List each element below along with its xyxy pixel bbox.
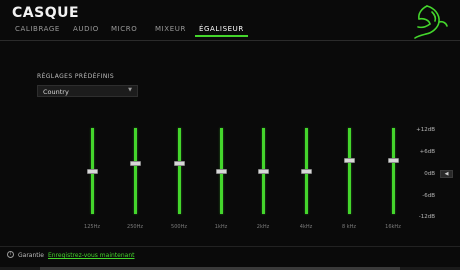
eq-frequency-label: 2kHz (256, 224, 270, 230)
db-label-min: -12dB (418, 214, 435, 220)
db-label-zero: 0dB (424, 171, 435, 177)
eq-slider-thumb[interactable] (86, 168, 98, 174)
db-label-max: +12dB (416, 127, 435, 133)
warranty-label: Garantie (18, 252, 44, 259)
left-arrow-icon: ◀ (444, 171, 449, 177)
db-label-minus6: -6dB (422, 193, 435, 199)
eq-frequency-label: 500Hz (171, 224, 187, 230)
register-link[interactable]: Enregistrez-vous maintenant (48, 252, 134, 259)
eq-frequency-label: 16kHz (385, 224, 401, 230)
db-label-plus6: +6dB (419, 149, 435, 155)
reset-button[interactable]: ◀ (440, 170, 453, 178)
equalizer: 125Hz 250Hz 500Hz 1kHz 2kHz 4kHz 8 kHz 16kHz (0, 0, 460, 270)
info-icon: i (7, 251, 14, 258)
footer-divider (0, 246, 460, 247)
eq-slider-thumb[interactable] (300, 168, 312, 174)
eq-frequency-label: 125Hz (84, 224, 100, 230)
eq-slider-track[interactable] (391, 128, 395, 214)
eq-frequency-label: 4kHz (299, 224, 313, 230)
eq-frequency-label: 8 kHz (341, 224, 357, 230)
eq-slider-thumb[interactable] (173, 161, 185, 167)
eq-slider-thumb[interactable] (387, 157, 399, 163)
eq-slider-track[interactable] (133, 128, 137, 214)
eq-slider-thumb[interactable] (215, 168, 227, 174)
eq-slider-track[interactable] (177, 128, 181, 214)
eq-frequency-label: 1kHz (214, 224, 228, 230)
eq-frequency-label: 250Hz (127, 224, 143, 230)
eq-slider-thumb[interactable] (257, 168, 269, 174)
eq-slider-thumb[interactable] (129, 161, 141, 167)
eq-slider-thumb[interactable] (343, 157, 355, 163)
eq-slider-track[interactable] (347, 128, 351, 214)
